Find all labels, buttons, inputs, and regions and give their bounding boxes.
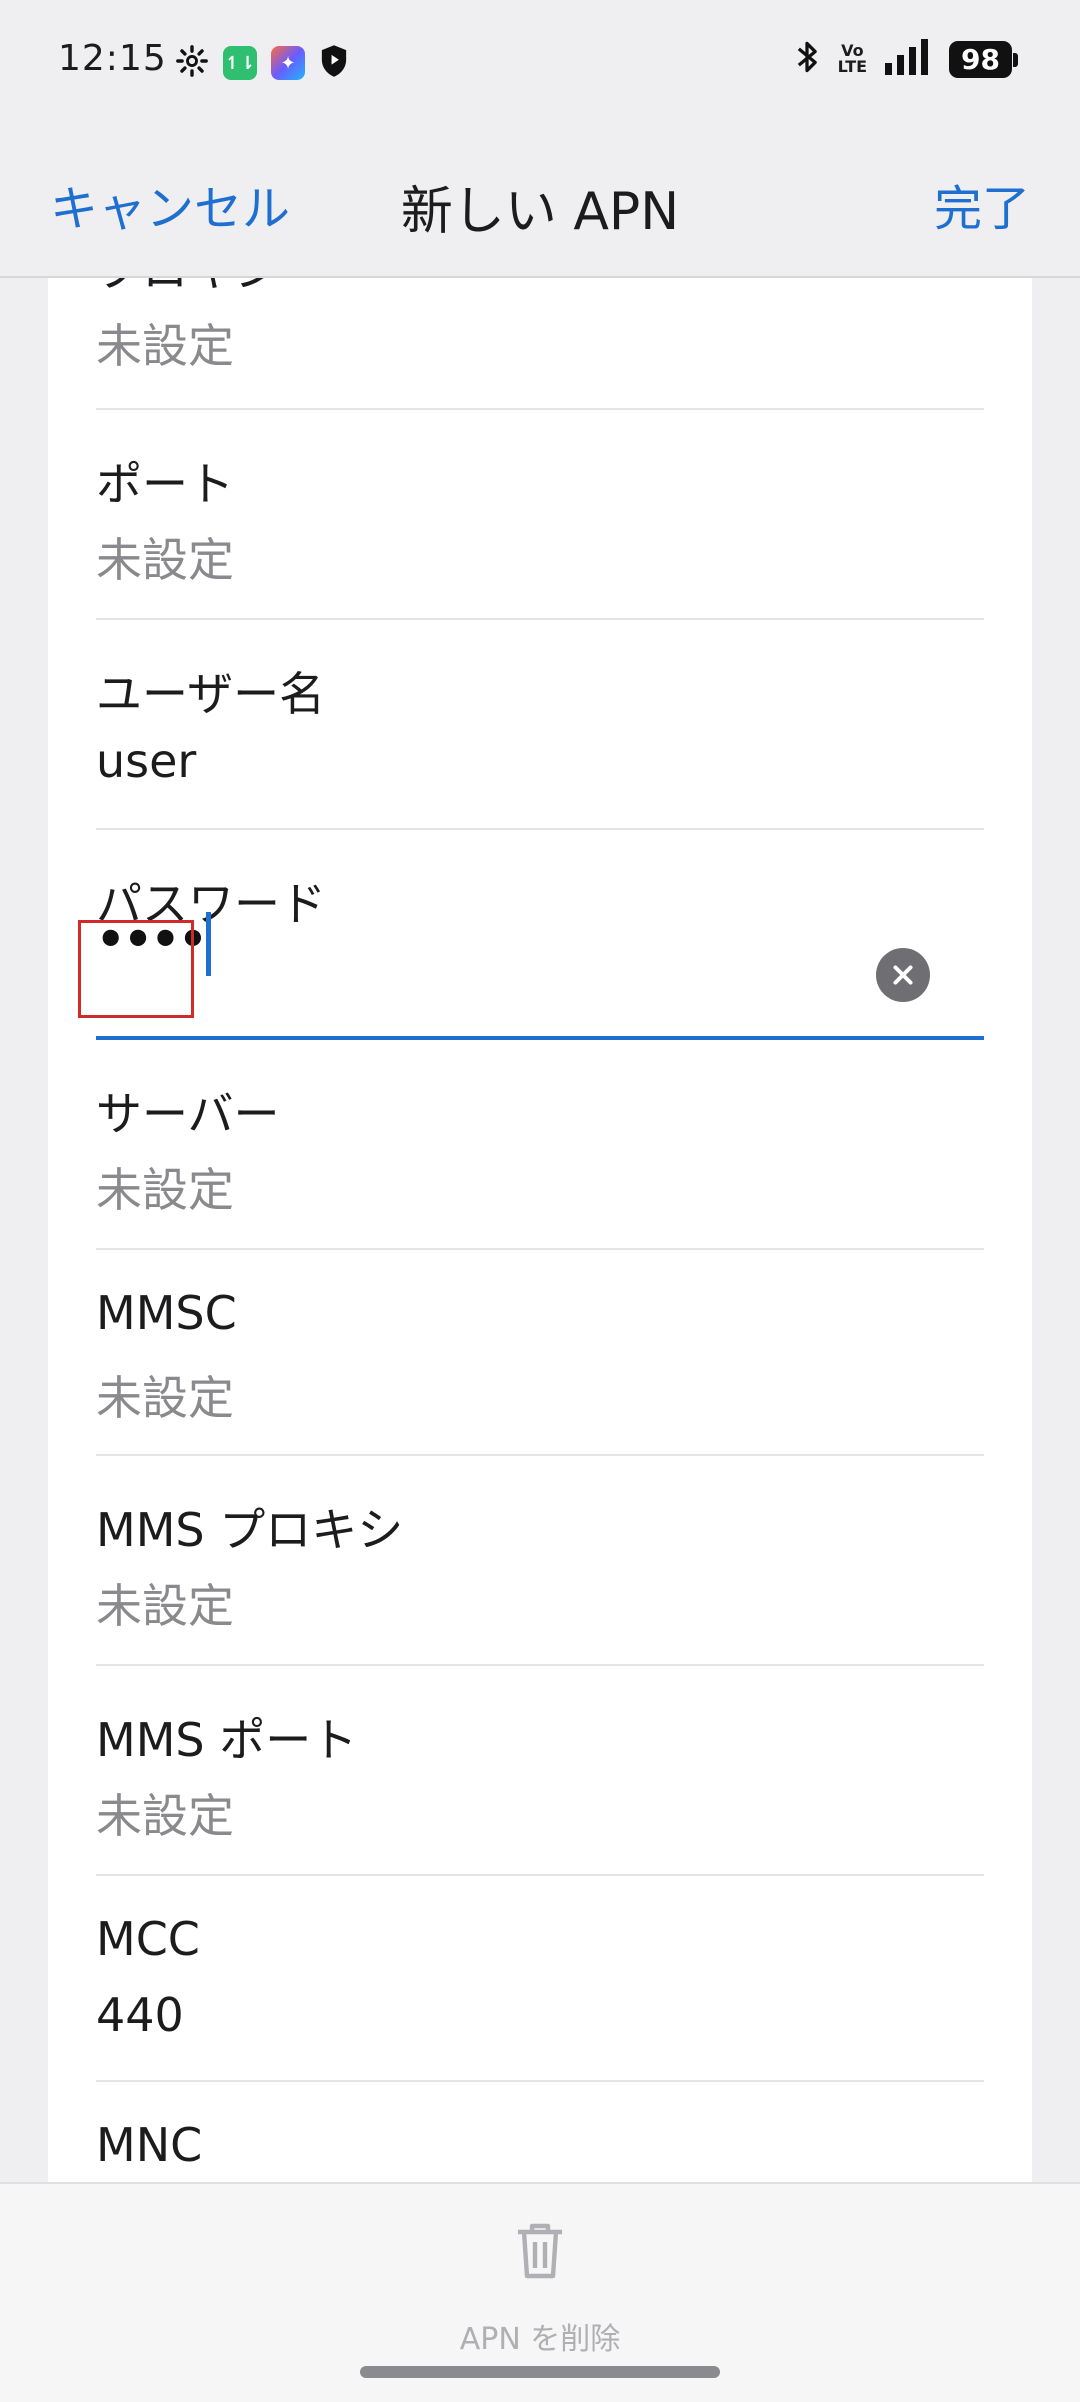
shield-icon: [319, 44, 349, 82]
field-value: user: [96, 734, 197, 788]
field-label: プロキシ: [96, 278, 280, 300]
volte-bottom: LTE: [837, 57, 868, 76]
trash-icon: [512, 2218, 568, 2286]
password-focus-underline: [96, 1036, 984, 1040]
field-value: 未設定: [96, 1579, 234, 1633]
field-value: 未設定: [96, 1371, 234, 1425]
field-value: 未設定: [96, 1789, 234, 1843]
field-mcc[interactable]: MCC 440: [96, 1876, 984, 2082]
battery-indicator: 98: [949, 40, 1018, 78]
bluetooth-icon: [794, 38, 820, 80]
field-label: MMS プロキシ: [96, 1503, 404, 1557]
field-label: MNC: [96, 2118, 203, 2172]
text-cursor: [206, 912, 211, 976]
volte-icon: Vo LTE: [838, 43, 867, 75]
clear-text-button[interactable]: [876, 948, 930, 1002]
field-proxy[interactable]: プロキシ 未設定: [96, 278, 984, 410]
status-time: 12:15: [58, 38, 167, 79]
field-value: 未設定: [96, 533, 234, 587]
field-username[interactable]: ユーザー名 user: [96, 620, 984, 830]
field-mnc[interactable]: MNC: [96, 2082, 984, 2182]
field-label: MCC: [96, 1912, 200, 1966]
home-indicator[interactable]: [360, 2366, 720, 2378]
field-value: 440: [96, 1988, 184, 2042]
field-server[interactable]: サーバー 未設定: [96, 1040, 984, 1250]
close-icon: [893, 965, 913, 985]
field-port[interactable]: ポート 未設定: [96, 410, 984, 620]
field-label: ユーザー名: [96, 667, 326, 721]
password-input[interactable]: ••••: [96, 890, 984, 1014]
field-value: 未設定: [96, 1163, 234, 1217]
gear-icon: [175, 44, 209, 82]
app-colorful-icon: ✦: [271, 46, 305, 80]
highlight-box: [78, 920, 194, 1018]
field-label: ポート: [96, 457, 234, 511]
delete-apn-label: APN を削除: [459, 2322, 621, 2357]
signal-icon: [885, 39, 931, 79]
field-password[interactable]: パスワード ••••: [96, 830, 984, 1038]
field-mmsc[interactable]: MMSC 未設定: [96, 1250, 984, 1456]
status-right-icons: Vo LTE 98: [794, 38, 1018, 80]
status-bar: 12:15 ↿⇂ ✦ Vo LTE 98: [0, 0, 1080, 125]
app-green-icon: ↿⇂: [223, 46, 257, 80]
field-label: サーバー: [96, 1087, 280, 1141]
field-mms-proxy[interactable]: MMS プロキシ 未設定: [96, 1456, 984, 1666]
delete-apn-button[interactable]: APN を削除: [390, 2210, 690, 2360]
page-title: 新しい APN: [400, 182, 680, 242]
field-mms-port[interactable]: MMS ポート 未設定: [96, 1666, 984, 1876]
field-label: MMSC: [96, 1286, 237, 1340]
apn-fields-list: プロキシ 未設定 ポート 未設定 ユーザー名 user パスワード •••• サ…: [48, 278, 1032, 2182]
done-button[interactable]: 完了: [934, 169, 1030, 239]
status-left-icons: ↿⇂ ✦: [175, 44, 349, 82]
app-header: キャンセル 新しい APN 完了: [0, 125, 1080, 275]
field-label: MMS ポート: [96, 1713, 358, 1767]
field-value: 未設定: [96, 319, 234, 373]
